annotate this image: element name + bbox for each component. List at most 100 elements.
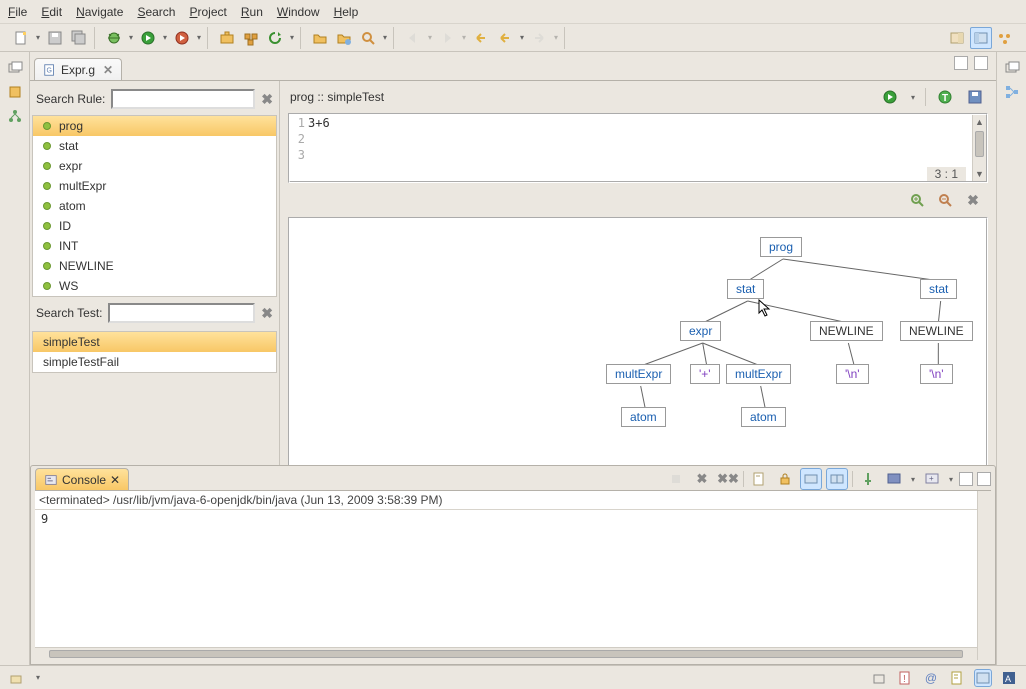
dropdown-icon[interactable]: ▾ <box>34 673 42 682</box>
menu-run[interactable]: Run <box>241 5 263 19</box>
tree-node[interactable]: expr <box>680 321 721 341</box>
clear-console-button[interactable] <box>748 468 770 490</box>
menu-help[interactable]: Help <box>334 5 359 19</box>
dropdown-icon[interactable]: ▾ <box>947 475 955 484</box>
dropdown-icon[interactable]: ▾ <box>127 33 135 42</box>
terminate-button[interactable] <box>665 468 687 490</box>
clear-search-icon[interactable]: ✖ <box>261 91 273 108</box>
scroll-thumb[interactable] <box>975 131 984 157</box>
rule-item[interactable]: multExpr <box>33 176 276 196</box>
dropdown-icon[interactable]: ▾ <box>909 93 917 102</box>
dropdown-icon[interactable]: ▾ <box>426 33 434 42</box>
tree-node[interactable]: atom <box>621 407 666 427</box>
nav-prev-button[interactable] <box>402 27 424 49</box>
rule-item[interactable]: WS <box>33 276 276 296</box>
console-vscroll[interactable] <box>977 491 991 660</box>
refresh-button[interactable] <box>264 27 286 49</box>
menu-window[interactable]: Window <box>277 5 320 19</box>
nav-next-button[interactable] <box>436 27 458 49</box>
scroll-lock-button[interactable] <box>774 468 796 490</box>
rule-item[interactable]: NEWLINE <box>33 256 276 276</box>
toggle-button[interactable]: T <box>934 86 956 108</box>
open-folder-button[interactable] <box>309 27 331 49</box>
search-tb-button[interactable] <box>357 27 379 49</box>
run-test-button[interactable] <box>879 86 901 108</box>
tree-node[interactable]: '\n' <box>920 364 953 384</box>
new-class-button[interactable] <box>240 27 262 49</box>
show-console1-button[interactable] <box>800 468 822 490</box>
vertical-scrollbar[interactable]: ▲ ▼ <box>972 115 986 181</box>
test-item[interactable]: simpleTestFail <box>33 352 276 372</box>
open-folder2-button[interactable] <box>333 27 355 49</box>
hierarchy-icon[interactable] <box>7 108 23 124</box>
back-button[interactable] <box>470 27 492 49</box>
save-all-button[interactable] <box>68 27 90 49</box>
forward-button[interactable] <box>528 27 550 49</box>
console-tab[interactable]: Console ✕ <box>35 468 129 490</box>
sb-console-icon[interactable] <box>974 669 992 687</box>
zoom-in-button[interactable] <box>906 189 928 211</box>
menu-file[interactable]: File <box>8 5 27 19</box>
remove-launch-button[interactable]: ✖ <box>691 468 713 490</box>
code-text[interactable]: 3+6 <box>308 115 970 167</box>
rule-item[interactable]: stat <box>33 136 276 156</box>
package-explorer-icon[interactable] <box>7 84 23 100</box>
console-hscroll[interactable] <box>35 647 977 660</box>
tree-node[interactable]: atom <box>741 407 786 427</box>
java-perspective-button[interactable] <box>970 27 992 49</box>
sb-error-icon[interactable]: ! <box>896 669 914 687</box>
sb-at-icon[interactable]: @ <box>922 669 940 687</box>
test-item[interactable]: simpleTest <box>33 332 276 352</box>
save-button[interactable] <box>44 27 66 49</box>
fast-view-icon[interactable] <box>8 669 26 687</box>
tree-node[interactable]: '\n' <box>836 364 869 384</box>
run-external-button[interactable] <box>171 27 193 49</box>
rule-item[interactable]: ID <box>33 216 276 236</box>
dropdown-icon[interactable]: ▾ <box>518 33 526 42</box>
maximize-editor-button[interactable] <box>974 56 988 70</box>
menu-navigate[interactable]: Navigate <box>76 5 123 19</box>
close-icon[interactable]: ✕ <box>103 63 113 77</box>
rule-item[interactable]: INT <box>33 236 276 256</box>
open-console-button[interactable]: + <box>921 468 943 490</box>
new-button[interactable] <box>10 27 32 49</box>
dropdown-icon[interactable]: ▾ <box>161 33 169 42</box>
dropdown-icon[interactable]: ▾ <box>195 33 203 42</box>
editor-tab-expr[interactable]: G Expr.g ✕ <box>34 58 122 80</box>
minimize-console-button[interactable] <box>959 472 973 486</box>
search-rule-input[interactable] <box>111 89 255 109</box>
tree-node[interactable]: prog <box>760 237 802 257</box>
tree-node[interactable]: NEWLINE <box>810 321 883 341</box>
scroll-thumb[interactable] <box>49 650 963 658</box>
tree-node[interactable]: multExpr <box>606 364 671 384</box>
close-tree-button[interactable]: ✖ <box>962 189 984 211</box>
dropdown-icon[interactable]: ▾ <box>34 33 42 42</box>
dropdown-icon[interactable]: ▾ <box>909 475 917 484</box>
tree-node[interactable]: multExpr <box>726 364 791 384</box>
debug-button[interactable] <box>103 27 125 49</box>
zoom-out-button[interactable] <box>934 189 956 211</box>
open-perspective-button[interactable] <box>946 27 968 49</box>
tree-node[interactable]: NEWLINE <box>900 321 973 341</box>
outline-icon[interactable] <box>1004 84 1020 100</box>
menu-project[interactable]: Project <box>189 5 226 19</box>
sb-antlr-icon[interactable]: A <box>1000 669 1018 687</box>
tree-node[interactable]: stat <box>920 279 957 299</box>
show-console2-button[interactable] <box>826 468 848 490</box>
display-console-button[interactable] <box>883 468 905 490</box>
save-test-button[interactable] <box>964 86 986 108</box>
menu-search[interactable]: Search <box>137 5 175 19</box>
scroll-down-icon[interactable]: ▼ <box>973 167 986 181</box>
tree-node[interactable]: '+' <box>690 364 720 384</box>
rule-item[interactable]: atom <box>33 196 276 216</box>
back-dd-button[interactable] <box>494 27 516 49</box>
close-icon[interactable]: ✕ <box>110 473 120 487</box>
sb-tasks-icon[interactable] <box>948 669 966 687</box>
scroll-up-icon[interactable]: ▲ <box>973 115 986 129</box>
new-package-button[interactable] <box>216 27 238 49</box>
clear-test-icon[interactable]: ✖ <box>261 305 273 322</box>
dropdown-icon[interactable]: ▾ <box>460 33 468 42</box>
maximize-console-button[interactable] <box>977 472 991 486</box>
menu-edit[interactable]: Edit <box>41 5 62 19</box>
debug-perspective-button[interactable] <box>994 27 1016 49</box>
